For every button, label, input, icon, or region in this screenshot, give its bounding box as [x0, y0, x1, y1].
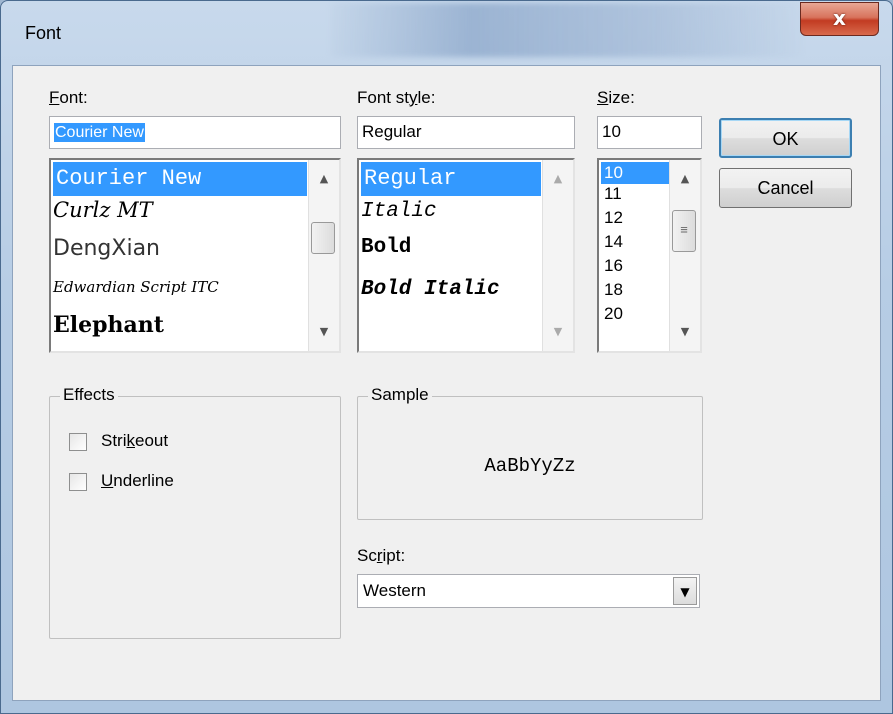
script-value: Western: [363, 581, 426, 600]
scroll-thumb-grip-icon[interactable]: ≡: [672, 210, 696, 252]
font-style-item[interactable]: Bold Italic: [361, 278, 500, 301]
effects-group: Effects Strikeout Underline: [49, 385, 341, 639]
size-item[interactable]: 14: [601, 232, 623, 252]
size-item[interactable]: 18: [601, 280, 623, 300]
font-style-item[interactable]: Regular: [361, 162, 541, 196]
font-style-item[interactable]: Bold: [361, 236, 411, 259]
close-icon: x: [833, 6, 846, 30]
sample-text: AaBbYyZz: [484, 455, 576, 477]
scroll-thumb[interactable]: [311, 222, 335, 254]
script-select[interactable]: Western ▼: [357, 574, 700, 608]
close-button[interactable]: x: [800, 2, 879, 36]
size-item[interactable]: 20: [601, 304, 623, 324]
size-list-scrollbar[interactable]: ▲ ≡ ▼: [669, 160, 700, 351]
script-label: Script:: [357, 546, 406, 565]
underline-checkbox[interactable]: [69, 473, 87, 491]
scroll-down-arrow-icon[interactable]: ▼: [670, 317, 700, 347]
font-list-item[interactable]: Courier New: [53, 162, 307, 196]
cancel-button[interactable]: Cancel: [719, 168, 852, 208]
size-item[interactable]: 10: [601, 162, 669, 184]
title-bar[interactable]: Font x: [1, 1, 892, 65]
scroll-up-arrow-icon[interactable]: ▲: [543, 164, 573, 194]
scroll-up-arrow-icon[interactable]: ▲: [309, 164, 339, 194]
size-input[interactable]: 10: [597, 116, 702, 149]
strikeout-label[interactable]: Strikeout: [101, 431, 168, 451]
font-name-input[interactable]: Courier New: [49, 116, 341, 149]
dropdown-arrow-icon[interactable]: ▼: [673, 577, 697, 605]
font-label: Font:: [49, 88, 88, 107]
font-list-item[interactable]: Elephant: [53, 312, 164, 338]
size-item[interactable]: 16: [601, 256, 623, 276]
title-bar-glass: [331, 3, 801, 57]
size-label: Size:: [597, 88, 635, 107]
scroll-down-arrow-icon[interactable]: ▼: [543, 317, 573, 347]
underline-label[interactable]: Underline: [101, 471, 174, 491]
strikeout-checkbox[interactable]: [69, 433, 87, 451]
sample-group: Sample AaBbYyZz: [357, 385, 703, 520]
effects-legend: Effects: [60, 385, 118, 405]
size-value: 10: [602, 122, 621, 141]
scroll-up-arrow-icon[interactable]: ▲: [670, 164, 700, 194]
font-list-scrollbar[interactable]: ▲ ▼: [308, 160, 339, 351]
font-dialog: Font x Font: Courier New Courier New Cur…: [0, 0, 893, 714]
font-style-label: Font style:: [357, 88, 436, 107]
font-style-input[interactable]: Regular: [357, 116, 575, 149]
size-item[interactable]: 12: [601, 208, 623, 228]
size-list[interactable]: 10 11 12 14 16 18 20 ▲ ≡ ▼: [597, 158, 702, 353]
font-list[interactable]: Courier New Curlz MT DengXian Edwardian …: [49, 158, 341, 353]
font-list-item[interactable]: DengXian: [53, 236, 160, 261]
font-list-item[interactable]: Curlz MT: [53, 198, 153, 222]
font-name-value: Courier New: [54, 123, 145, 142]
scroll-down-arrow-icon[interactable]: ▼: [309, 317, 339, 347]
dialog-client-area: Font: Courier New Courier New Curlz MT D…: [12, 65, 881, 701]
size-item[interactable]: 11: [601, 184, 622, 204]
font-style-item[interactable]: Italic: [361, 200, 437, 223]
window-title: Font: [25, 23, 62, 43]
font-list-item[interactable]: Edwardian Script ITC: [53, 278, 219, 296]
font-style-value: Regular: [362, 122, 422, 141]
font-style-scrollbar[interactable]: ▲ ▼: [542, 160, 573, 351]
sample-legend: Sample: [368, 385, 432, 405]
ok-button[interactable]: OK: [719, 118, 852, 158]
font-style-list[interactable]: Regular Italic Bold Bold Italic ▲ ▼: [357, 158, 575, 353]
